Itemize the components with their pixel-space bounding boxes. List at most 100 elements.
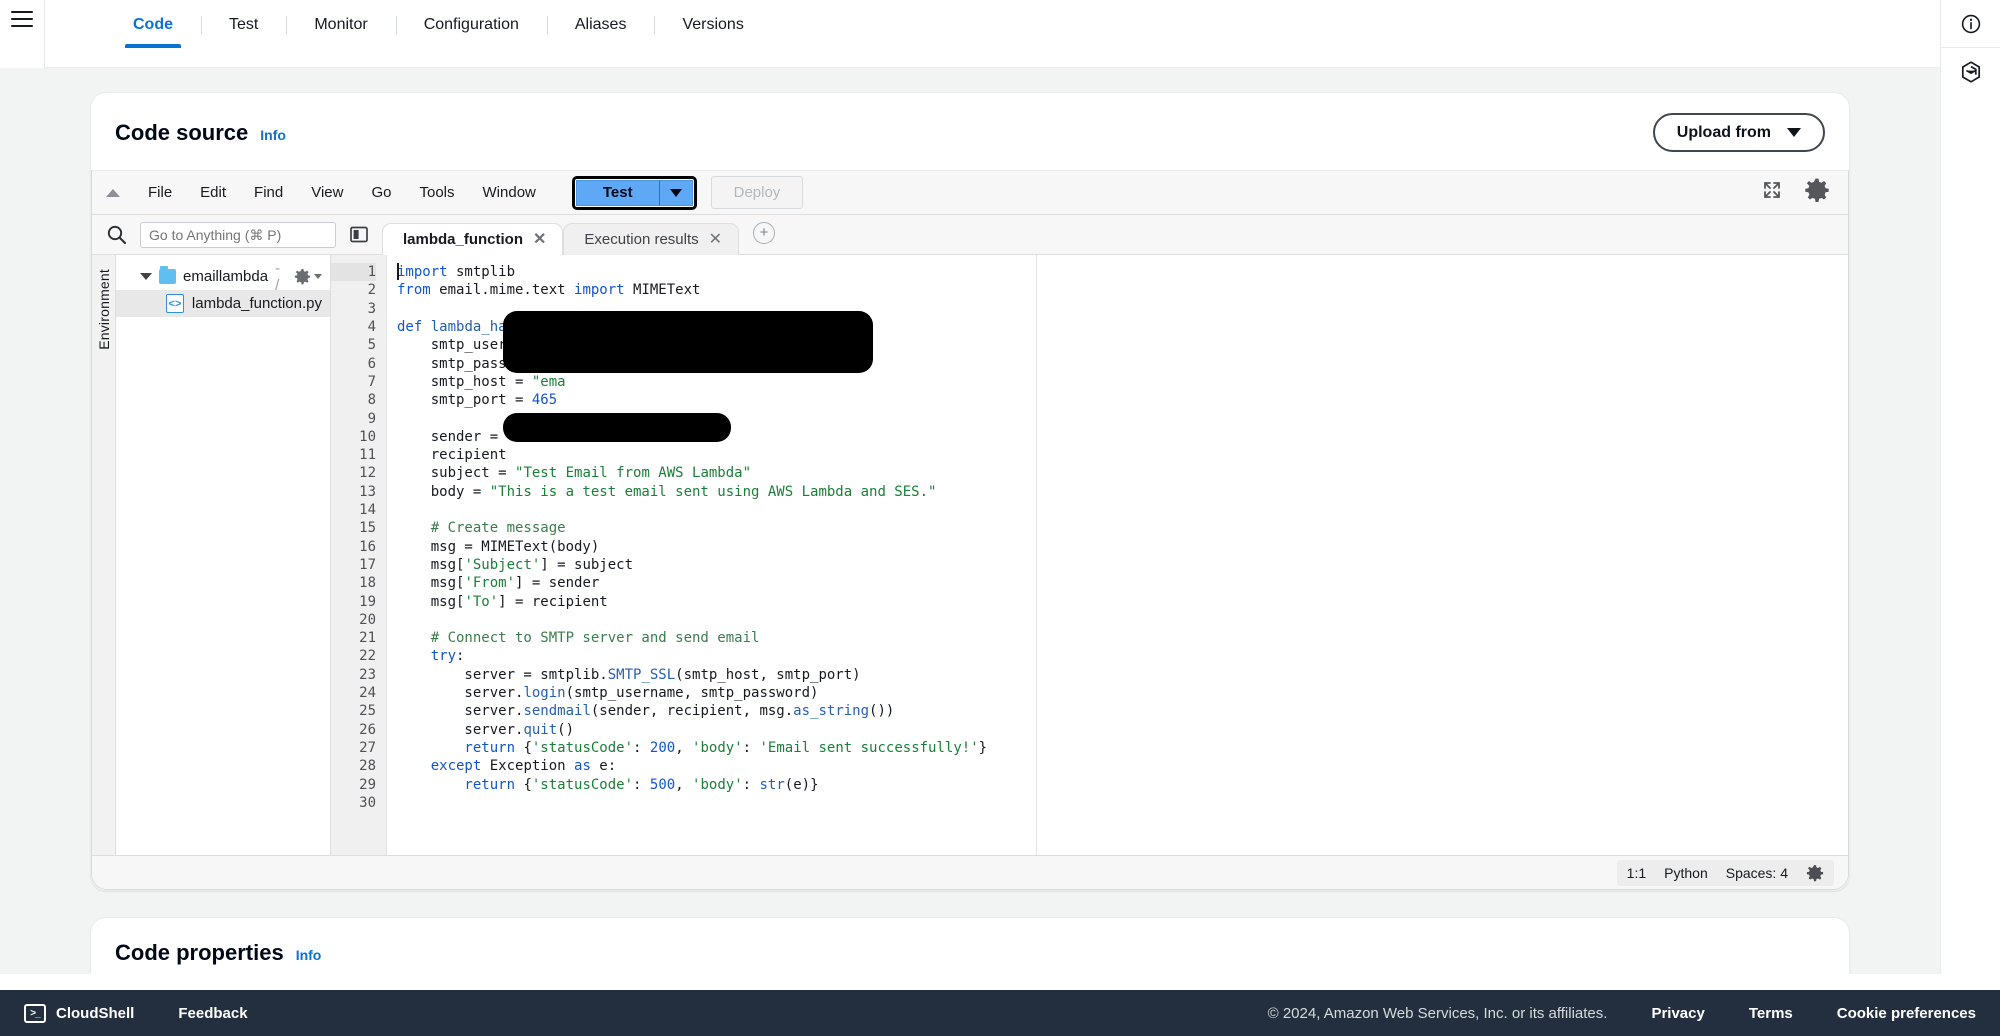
close-icon[interactable]: ✕: [709, 231, 722, 248]
page-content: Code source Info Upload from File Edit F…: [0, 68, 1940, 974]
gear-icon[interactable]: [1806, 864, 1824, 882]
code-whisperer-button[interactable]: [1941, 48, 2000, 96]
file-tree-item-label: lambda_function.py: [191, 295, 322, 313]
code-line: server.quit(): [397, 721, 575, 738]
environment-rail: Environment: [92, 255, 116, 856]
menu-edit[interactable]: Edit: [186, 179, 240, 206]
tab-aliases[interactable]: Aliases: [546, 0, 655, 48]
triangle-up-icon[interactable]: [106, 188, 120, 197]
cursor-position[interactable]: 1:1: [1627, 865, 1646, 881]
code-whisperer-hexagon-icon: [1961, 61, 1980, 83]
search-input[interactable]: [140, 221, 336, 248]
file-tree-item-lambda-function-py[interactable]: <> lambda_function.py: [116, 290, 330, 318]
test-button[interactable]: Test: [575, 179, 659, 206]
fullscreen-icon[interactable]: [1762, 180, 1782, 205]
terms-link[interactable]: Terms: [1749, 1005, 1793, 1022]
line-number: 15: [359, 520, 376, 537]
test-dropdown-button[interactable]: [658, 179, 693, 206]
text-cursor: [397, 263, 399, 281]
gear-icon: [294, 269, 311, 285]
line-number: 27: [359, 739, 376, 756]
line-number: 5: [367, 337, 376, 354]
code-line: smtp_port = 465: [397, 392, 558, 409]
code-source-panel: Code source Info Upload from File Edit F…: [90, 92, 1850, 892]
language-mode[interactable]: Python: [1664, 865, 1708, 881]
editor-body: Environment emaillambda - / <> lambda_fu…: [92, 255, 1848, 856]
gear-icon[interactable]: [1804, 177, 1830, 208]
cloudshell-button[interactable]: >_ CloudShell: [24, 1003, 134, 1023]
triangle-down-icon[interactable]: [140, 273, 152, 281]
info-panel-button[interactable]: [1940, 0, 2000, 48]
deploy-button[interactable]: Deploy: [710, 176, 804, 210]
chevron-down-icon: [1787, 128, 1801, 138]
line-number: 2: [367, 282, 376, 299]
line-number: 14: [359, 502, 376, 519]
code-line: except Exception as e:: [397, 758, 617, 775]
info-circle-icon: [1961, 14, 1980, 33]
editor-tab-execution-results[interactable]: Execution results ✕: [563, 222, 740, 256]
test-split-button: Test: [571, 175, 697, 210]
code-properties-header: Code properties Info: [91, 918, 1849, 974]
line-number: 26: [359, 721, 376, 738]
file-tree-root-label: emaillambda: [183, 268, 269, 286]
file-tree-root[interactable]: emaillambda - /: [116, 260, 330, 294]
menu-view[interactable]: View: [297, 179, 357, 206]
code-editor[interactable]: 1 2 3 4 5 6 7 8 9 10 11 12 13 14 15 16 17 18 19 20 21 22 23 24 2…: [331, 255, 1848, 856]
line-number: 8: [367, 392, 376, 409]
close-icon[interactable]: ✕: [533, 231, 546, 248]
cloud9-editor: File Edit Find View Go Tools Window Test…: [91, 170, 1849, 891]
panel-layout-toggle[interactable]: [336, 225, 382, 244]
line-number: 19: [359, 593, 376, 610]
line-number: 4: [367, 319, 376, 336]
tab-test[interactable]: Test: [201, 0, 286, 48]
menu-window[interactable]: Window: [469, 179, 550, 206]
right-side-rail: [1940, 0, 2000, 974]
search-icon-box: [92, 224, 140, 245]
editor-tab-lambda-function[interactable]: lambda_function ✕: [382, 222, 564, 256]
plus-icon[interactable]: +: [753, 221, 776, 244]
code-line: recipient: [397, 447, 507, 464]
line-number: 18: [359, 575, 376, 592]
line-number: 22: [359, 648, 376, 665]
environment-label[interactable]: Environment: [96, 269, 112, 350]
privacy-link[interactable]: Privacy: [1651, 1005, 1704, 1022]
menu-go[interactable]: Go: [357, 179, 405, 206]
upload-from-label: Upload from: [1676, 124, 1771, 141]
menu-toggle-zone: [0, 0, 44, 68]
menu-find[interactable]: Find: [240, 179, 297, 206]
code-line: msg = MIMEText(body): [397, 538, 600, 555]
menu-file[interactable]: File: [134, 179, 186, 206]
tab-code[interactable]: Code: [105, 0, 201, 48]
line-number: 24: [359, 685, 376, 702]
tab-monitor[interactable]: Monitor: [286, 0, 395, 48]
code-line: msg['From'] = sender: [397, 575, 600, 592]
cookie-preferences-link[interactable]: Cookie preferences: [1837, 1005, 1976, 1022]
code-line: server.sendmail(sender, recipient, msg.a…: [397, 703, 895, 720]
tab-versions[interactable]: Versions: [654, 0, 771, 48]
code-properties-title: Code properties: [115, 940, 284, 966]
line-number: 20: [359, 611, 376, 628]
editor-menubar: File Edit Find View Go Tools Window Test…: [92, 171, 1848, 216]
indentation-setting[interactable]: Spaces: 4: [1726, 865, 1788, 881]
upload-from-button[interactable]: Upload from: [1652, 113, 1825, 153]
feedback-link[interactable]: Feedback: [178, 1005, 247, 1022]
hamburger-icon[interactable]: [11, 11, 33, 27]
editor-tab-bar: lambda_function ✕ Execution results ✕ +: [382, 215, 1848, 256]
menu-tools[interactable]: Tools: [405, 179, 468, 206]
code-line: import smtplib: [397, 264, 516, 281]
line-number: 11: [359, 447, 376, 464]
tab-configuration[interactable]: Configuration: [395, 0, 547, 48]
line-number: 13: [359, 483, 376, 500]
code-line: server = smtplib.SMTP_SSL(smtp_host, smt…: [397, 666, 861, 683]
file-tree-settings[interactable]: [294, 268, 322, 285]
code-properties-info-link[interactable]: Info: [296, 947, 322, 963]
code-source-info-link[interactable]: Info: [260, 127, 286, 143]
editor-status-bar: 1:1 Python Spaces: 4: [92, 855, 1848, 890]
terminal-icon: >_: [24, 1003, 46, 1023]
code-text-area[interactable]: import smtplib from email.mime.text impor…: [387, 255, 1037, 856]
editor-tab-label: lambda_function: [403, 231, 524, 249]
code-line: return {'statusCode': 200, 'body': 'Emai…: [397, 739, 988, 756]
editor-empty-space: [1037, 255, 1848, 856]
